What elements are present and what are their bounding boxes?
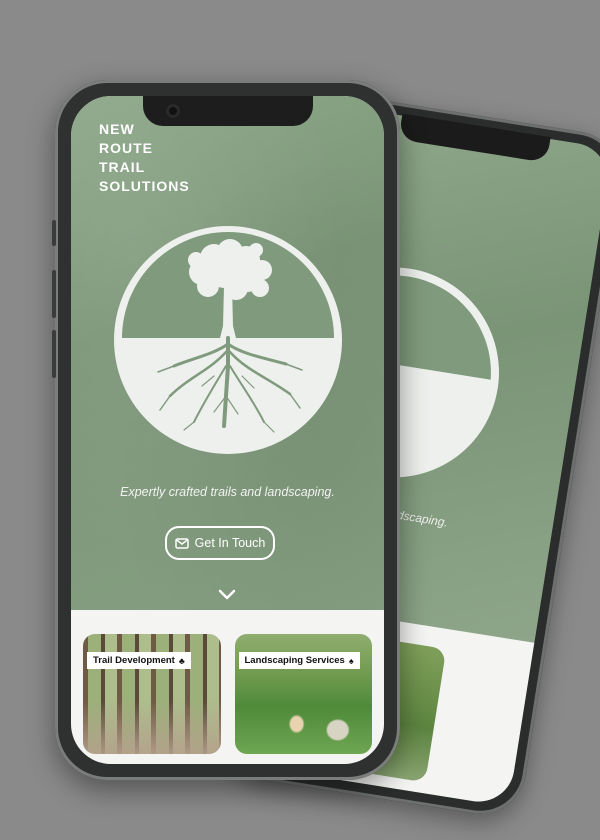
- volume-down-button: [52, 330, 56, 378]
- service-card-label: Landscaping Services ♠: [238, 652, 360, 669]
- volume-up-button: [52, 270, 56, 318]
- brand-line: ROUTE: [99, 140, 153, 156]
- sprout-icon: ♠: [348, 655, 354, 666]
- mail-icon: [174, 537, 189, 549]
- tree-roots-emblem: [114, 226, 342, 454]
- tree-icon: ♣: [178, 655, 185, 666]
- service-card-trail-development[interactable]: Trail Development ♣: [83, 634, 221, 754]
- front-camera: [166, 104, 180, 118]
- front-phone-mockup: NEW ROUTE TRAIL SOLUTIONS Expertly craft…: [52, 80, 400, 780]
- service-card-landscaping[interactable]: Landscaping Services ♠: [234, 634, 372, 754]
- mute-switch: [52, 220, 56, 246]
- get-in-touch-button[interactable]: Get In Touch: [165, 526, 275, 560]
- service-card-title: Trail Development: [93, 655, 175, 666]
- chevron-down-icon[interactable]: [217, 589, 237, 601]
- service-card-label: Trail Development ♣: [87, 652, 191, 669]
- hero-section: NEW ROUTE TRAIL SOLUTIONS Expertly craft…: [71, 96, 384, 610]
- front-phone-screen: NEW ROUTE TRAIL SOLUTIONS Expertly craft…: [71, 96, 384, 764]
- service-card-title: Landscaping Services: [244, 655, 345, 666]
- get-in-touch-label: Get In Touch: [194, 536, 266, 550]
- services-cards: Trail Development ♣ Landscaping Services…: [83, 634, 372, 754]
- tree-roots-icon: [122, 232, 334, 433]
- brand-line: TRAIL: [99, 159, 146, 175]
- hero-tagline: Expertly crafted trails and landscaping.: [120, 484, 335, 499]
- brand-logo-text[interactable]: NEW ROUTE TRAIL SOLUTIONS: [99, 120, 190, 196]
- brand-line: SOLUTIONS: [99, 178, 190, 194]
